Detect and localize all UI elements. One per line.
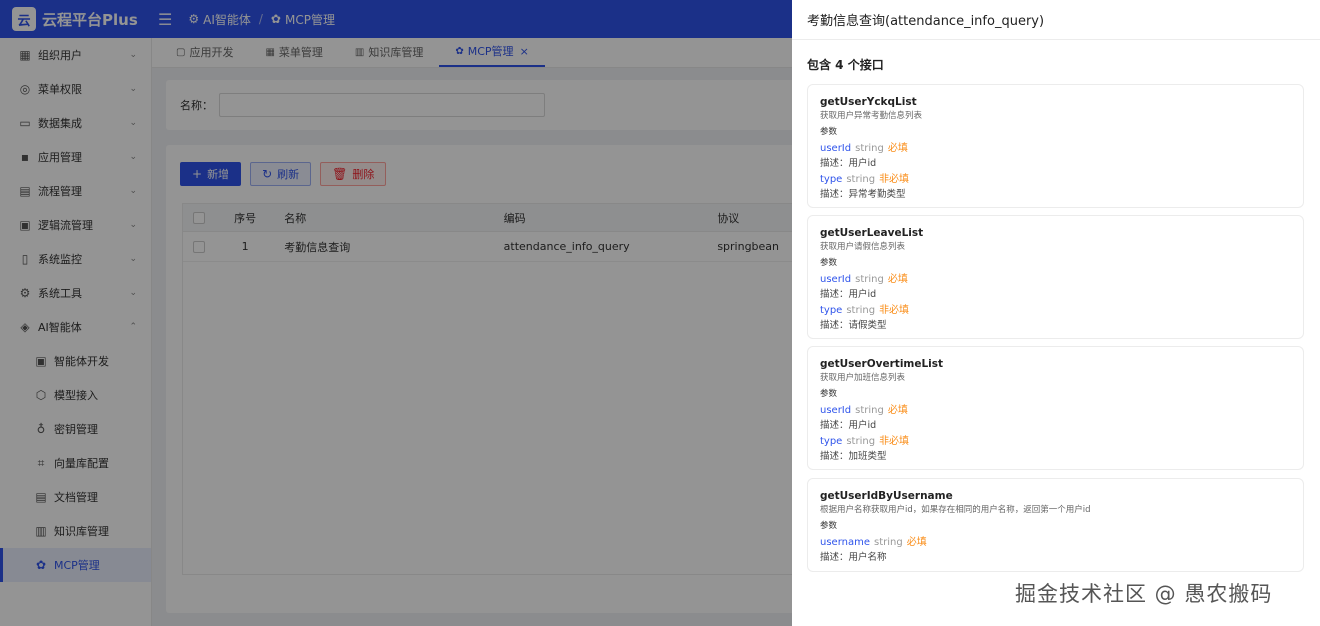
param-required-flag: 非必填 <box>879 174 910 185</box>
param-type: string <box>855 405 884 416</box>
params-label: 参数 <box>820 521 838 531</box>
param-description: 描述：加班类型 <box>820 451 887 462</box>
param-description: 描述：用户名称 <box>820 552 887 563</box>
param-type: string <box>855 143 884 154</box>
param-line: userId string 必填 <box>820 403 1291 418</box>
param-required-flag: 必填 <box>887 405 908 416</box>
param-name: userId <box>820 405 852 416</box>
param-name: type <box>820 174 843 185</box>
api-name: getUserLeaveList <box>820 227 924 239</box>
param-type: string <box>874 537 903 548</box>
param-line: type string 非必填 <box>820 434 1291 449</box>
interface-count: 包含 4 个接口 <box>807 58 884 72</box>
params-label: 参数 <box>820 127 838 137</box>
param-description: 描述：请假类型 <box>820 320 887 331</box>
drawer-mask[interactable] <box>0 0 792 626</box>
param-name: username <box>820 537 870 548</box>
param-description: 描述：用户id <box>820 158 877 169</box>
api-description: 获取用户请假信息列表 <box>820 242 906 252</box>
api-card: getUserIdByUsername 根据用户名称获取用户id，如果存在相同的… <box>807 478 1304 572</box>
params-label: 参数 <box>820 258 838 268</box>
param-type: string <box>846 305 876 316</box>
api-description: 根据用户名称获取用户id，如果存在相同的用户名称，返回第一个用户id <box>820 505 1091 515</box>
param-required-flag: 必填 <box>887 143 908 154</box>
param-required-flag: 非必填 <box>879 436 910 447</box>
param-name: type <box>820 305 843 316</box>
param-required-flag: 非必填 <box>879 305 910 316</box>
param-required-flag: 必填 <box>906 537 927 548</box>
api-name: getUserIdByUsername <box>820 490 953 502</box>
param-name: userId <box>820 143 852 154</box>
param-line: userId string 必填 <box>820 141 1291 156</box>
param-description: 描述：异常考勤类型 <box>820 189 906 200</box>
param-line: type string 非必填 <box>820 172 1291 187</box>
param-name: type <box>820 436 843 447</box>
param-description: 描述：用户id <box>820 289 877 300</box>
api-description: 获取用户异常考勤信息列表 <box>820 111 923 121</box>
params-label: 参数 <box>820 389 838 399</box>
api-name: getUserYckqList <box>820 96 917 108</box>
param-type: string <box>855 274 884 285</box>
param-type: string <box>846 174 876 185</box>
param-required-flag: 必填 <box>887 274 908 285</box>
api-description: 获取用户加班信息列表 <box>820 373 906 383</box>
param-name: userId <box>820 274 852 285</box>
drawer-title: 考勤信息查询(attendance_info_query) <box>792 0 1320 40</box>
param-type: string <box>846 436 876 447</box>
param-line: username string 必填 <box>820 535 1291 550</box>
param-description: 描述：用户id <box>820 420 877 431</box>
param-line: userId string 必填 <box>820 272 1291 287</box>
param-line: type string 非必填 <box>820 303 1291 318</box>
api-card: getUserYckqList 获取用户异常考勤信息列表 参数 userId st… <box>807 84 1304 208</box>
detail-drawer: 考勤信息查询(attendance_info_query) 包含 4 个接口 g… <box>792 0 1320 626</box>
api-card: getUserOvertimeList 获取用户加班信息列表 参数 userId… <box>807 346 1304 470</box>
watermark: 掘金技术社区 @ 愚农搬码 <box>1015 582 1273 606</box>
api-card: getUserLeaveList 获取用户请假信息列表 参数 userId str… <box>807 215 1304 339</box>
api-name: getUserOvertimeList <box>820 358 944 370</box>
